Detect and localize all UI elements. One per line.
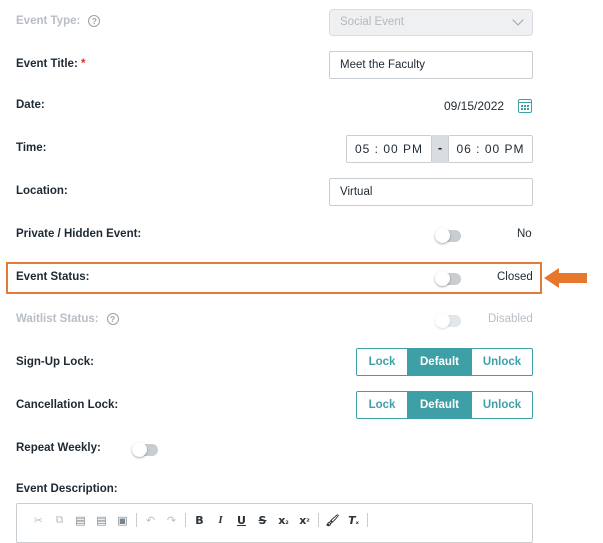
event-title-input[interactable]: Meet the Faculty [329, 51, 533, 79]
superscript-icon[interactable]: x² [294, 514, 315, 527]
cancellation-lock-label: Cancellation Lock: [16, 399, 119, 411]
cut-icon[interactable]: ✂ [28, 514, 49, 527]
calendar-icon[interactable] [518, 99, 532, 113]
required-mark: * [80, 58, 86, 70]
pointer-arrow-icon [544, 268, 587, 288]
copy-icon[interactable]: ⧉ [49, 513, 70, 527]
subscript-icon[interactable]: x₂ [273, 514, 294, 527]
help-icon[interactable]: ? [106, 313, 119, 325]
italic-icon[interactable]: I [210, 514, 231, 526]
event-type-select[interactable]: Social Event [329, 9, 533, 36]
location-input[interactable]: Virtual [329, 178, 533, 206]
bold-icon[interactable]: B [189, 514, 210, 527]
private-hidden-label: Private / Hidden Event: [16, 228, 142, 240]
cancellation-lock-option-default[interactable]: Default [408, 392, 471, 418]
toolbar-divider [185, 513, 186, 527]
redo-icon[interactable]: ↷ [161, 514, 182, 527]
signup-lock-option-unlock[interactable]: Unlock [471, 349, 532, 375]
end-time-input[interactable]: 06 : 00 PM [448, 135, 533, 163]
waitlist-status-label: Waitlist Status:? [16, 313, 119, 325]
waitlist-status-toggle[interactable] [435, 313, 461, 328]
underline-icon[interactable]: U [231, 514, 252, 527]
start-time-input[interactable]: 05 : 00 PM [346, 135, 432, 163]
paste-word-icon[interactable]: ▣ [112, 514, 133, 527]
signup-lock-option-lock[interactable]: Lock [357, 349, 408, 375]
cancellation-lock-option-unlock[interactable]: Unlock [471, 392, 532, 418]
paste-text-icon[interactable]: ▤ [91, 514, 112, 527]
cancellation-lock-segmented: Lock Default Unlock [356, 391, 533, 419]
paste-icon[interactable]: ▤ [70, 514, 91, 527]
signup-lock-label: Sign-Up Lock: [16, 356, 94, 368]
format-painter-icon[interactable]: 🖌 [322, 514, 343, 527]
repeat-weekly-label: Repeat Weekly: [16, 442, 101, 454]
event-status-value: Closed [497, 271, 533, 283]
strikethrough-icon[interactable]: S [252, 514, 273, 527]
toolbar-divider [318, 513, 319, 527]
toolbar-divider [367, 513, 368, 527]
cancellation-lock-option-lock[interactable]: Lock [357, 392, 408, 418]
chevron-down-icon [512, 14, 524, 26]
event-title-label: Event Title: * [16, 58, 86, 70]
clear-format-icon[interactable]: Tₓ [343, 514, 364, 527]
time-label: Time: [16, 142, 47, 154]
editor-toolbar: ✂ ⧉ ▤ ▤ ▣ ↶ ↷ B I U S x₂ x² 🖌 Tₓ [28, 512, 371, 528]
undo-icon[interactable]: ↶ [140, 514, 161, 527]
waitlist-status-value: Disabled [488, 313, 533, 325]
date-label: Date: [16, 99, 45, 111]
signup-lock-option-default[interactable]: Default [408, 349, 471, 375]
toolbar-divider [136, 513, 137, 527]
signup-lock-segmented: Lock Default Unlock [356, 348, 533, 376]
date-value[interactable]: 09/15/2022 [444, 99, 504, 113]
event-status-label: Event Status: [16, 271, 90, 283]
private-hidden-toggle[interactable] [435, 228, 461, 243]
help-icon[interactable]: ? [88, 15, 101, 27]
event-status-toggle[interactable] [435, 271, 461, 286]
event-type-label: Event Type:? [16, 15, 101, 27]
private-hidden-value: No [517, 228, 532, 240]
event-description-label: Event Description: [16, 483, 118, 495]
location-label: Location: [16, 185, 68, 197]
time-range-dash: - [432, 135, 448, 163]
repeat-weekly-toggle[interactable] [132, 442, 158, 457]
